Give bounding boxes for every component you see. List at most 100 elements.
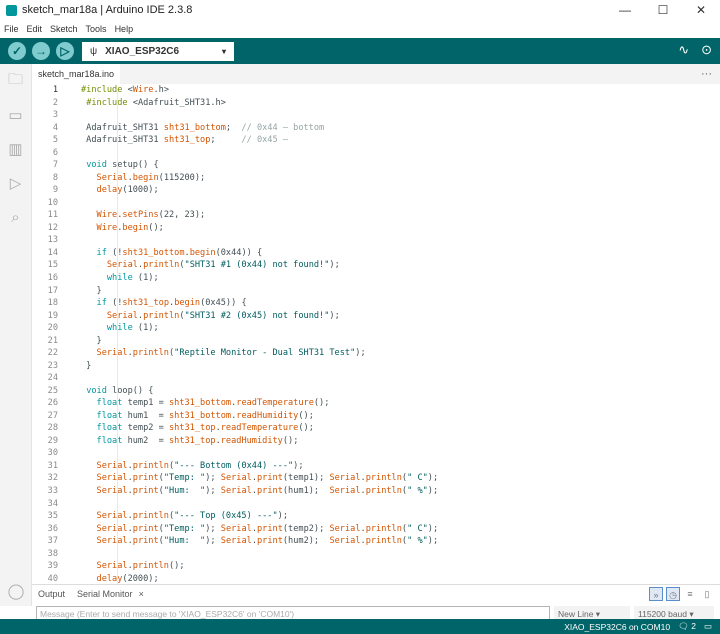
upload-button[interactable]: → — [32, 42, 50, 60]
line-number: 24 — [47, 373, 58, 384]
code-text: } — [81, 360, 92, 371]
copy-output-icon[interactable]: ▯ — [700, 587, 714, 601]
code-line: 33 Serial.print("Hum: "); Serial.print(h… — [32, 485, 720, 498]
board-port-status[interactable]: XIAO_ESP32C6 on COM10 — [564, 622, 670, 632]
code-line: 1 #include <Wire.h> — [32, 84, 720, 97]
line-number: 1 — [52, 85, 58, 95]
line-number: 16 — [47, 272, 58, 283]
code-line: 13 — [32, 234, 720, 247]
code-text: Adafruit_SHT31 sht31_top; // 0x45 — — [81, 135, 288, 146]
code-text: float hum2 = sht31_top.readHumidity(); — [96, 435, 299, 446]
code-text: Serial.println(); — [96, 561, 185, 572]
line-number: 17 — [47, 285, 58, 296]
code-text: float temp1 = sht31_bottom.readTemperatu… — [96, 398, 330, 409]
close-tab-icon[interactable]: × — [139, 589, 144, 599]
library-manager-icon[interactable]: ▥ — [0, 132, 31, 166]
clear-output-icon[interactable]: ≡ — [683, 587, 697, 601]
line-number: 5 — [52, 135, 58, 146]
code-text: Serial.println("Reptile Monitor - Dual S… — [96, 348, 366, 359]
notifications[interactable]: 🗨 2 — [678, 621, 696, 632]
code-line: 18 if (!sht31_top.begin(0x45)) { — [32, 297, 720, 310]
line-number: 33 — [47, 486, 58, 496]
more-icon[interactable]: ··· — [701, 68, 712, 80]
code-text: Serial.begin(115200); — [96, 172, 206, 183]
line-number: 10 — [47, 197, 58, 208]
debug-button[interactable]: ▷ — [56, 42, 74, 60]
code-text: Wire.begin(); — [96, 222, 164, 233]
code-text: void loop() { — [86, 385, 154, 396]
search-icon[interactable]: ⌕ — [0, 200, 31, 234]
menu-help[interactable]: Help — [115, 24, 134, 34]
serial-plotter-button[interactable]: ∿ — [678, 42, 689, 58]
code-line: 5 Adafruit_SHT31 sht31_top; // 0x45 — — [32, 134, 720, 147]
code-line: 19 Serial.println("SHT31 #2 (0x45) not f… — [32, 310, 720, 323]
line-number: 34 — [47, 498, 58, 509]
tab-serial-monitor[interactable]: Serial Monitor × — [77, 589, 156, 599]
window-title: sketch_mar18a | Arduino IDE 2.3.8 — [22, 4, 193, 16]
line-number: 15 — [47, 260, 58, 271]
code-line: 6 — [32, 147, 720, 160]
line-number: 8 — [52, 172, 58, 183]
code-text: Serial.print("Hum: "); Serial.print(hum1… — [96, 486, 439, 496]
code-text: Serial.print("Temp: "); Serial.print(tem… — [96, 473, 439, 484]
menu-file[interactable]: File — [4, 24, 19, 34]
code-text: while (1); — [106, 272, 159, 283]
verify-button[interactable]: ✓ — [8, 42, 26, 60]
code-line: 15 Serial.println("SHT31 #1 (0x44) not f… — [32, 259, 720, 272]
serial-monitor-button[interactable]: ⊙ — [701, 42, 712, 58]
code-text: Serial.println("--- Top (0x45) ---"); — [96, 511, 289, 522]
line-number: 2 — [52, 97, 58, 108]
line-number: 12 — [47, 222, 58, 233]
menu-edit[interactable]: Edit — [27, 24, 43, 34]
minimize-button[interactable]: — — [606, 0, 644, 20]
tab-output[interactable]: Output — [38, 589, 65, 599]
bottom-panel: Output Serial Monitor × » ◷ ≡ ▯ Message (… — [32, 584, 720, 622]
code-line: 27 float hum1 = sht31_bottom.readHumidit… — [32, 410, 720, 423]
board-selector[interactable]: ψ XIAO_ESP32C6 ▾ — [82, 41, 234, 61]
editor-tabs: sketch_mar18a.ino ··· — [32, 64, 720, 84]
autoscroll-toggle[interactable]: » — [649, 587, 663, 601]
code-text: if (!sht31_bottom.begin(0x44)) { — [96, 247, 263, 258]
line-number: 30 — [47, 448, 58, 459]
line-number: 28 — [47, 423, 58, 434]
account-icon[interactable]: ◯ — [0, 582, 32, 600]
board-name: XIAO_ESP32C6 — [105, 45, 180, 57]
code-text: #include <Wire.h> — [81, 85, 169, 95]
line-number: 3 — [52, 110, 58, 121]
line-number: 25 — [47, 385, 58, 396]
sidebar: 🗀 ▭ ▥ ▷ ⌕ ◯ — [0, 64, 32, 606]
code-line: 37 Serial.print("Hum: "); Serial.print(h… — [32, 535, 720, 548]
timestamp-toggle[interactable]: ◷ — [666, 587, 680, 601]
sketchbook-folder-icon[interactable]: 🗀 — [0, 64, 31, 98]
line-number: 23 — [47, 360, 58, 371]
menu-tools[interactable]: Tools — [86, 24, 107, 34]
code-text: } — [81, 335, 102, 346]
maximize-button[interactable]: ☐ — [644, 0, 682, 20]
code-line: 17 } — [32, 285, 720, 298]
line-ending-value: New Line — [558, 609, 594, 619]
code-line: 31 Serial.println("--- Bottom (0x44) ---… — [32, 460, 720, 473]
debug-icon[interactable]: ▷ — [0, 166, 31, 200]
code-line: 20 while (1); — [32, 322, 720, 335]
code-line: 9 delay(1000); — [32, 184, 720, 197]
boards-manager-icon[interactable]: ▭ — [0, 98, 31, 132]
code-line: 11 Wire.setPins(22, 23); — [32, 209, 720, 222]
notification-icon: 🗨 — [678, 621, 689, 631]
line-number: 32 — [47, 473, 58, 484]
close-button[interactable]: ✕ — [682, 0, 720, 20]
code-text: void setup() { — [86, 160, 159, 171]
menu-sketch[interactable]: Sketch — [50, 24, 78, 34]
menu-bar: File Edit Sketch Tools Help — [0, 20, 720, 38]
line-number: 29 — [47, 435, 58, 446]
line-number: 13 — [47, 235, 58, 246]
code-line: 26 float temp1 = sht31_bottom.readTemper… — [32, 397, 720, 410]
toggle-panel-icon[interactable]: ▭ — [704, 621, 712, 632]
code-text: } — [81, 285, 102, 296]
tab-sketch-file[interactable]: sketch_mar18a.ino — [32, 64, 121, 84]
code-line: 24 — [32, 372, 720, 385]
code-editor[interactable]: 1 #include <Wire.h> 2 #include <Adafruit_S… — [32, 84, 720, 584]
